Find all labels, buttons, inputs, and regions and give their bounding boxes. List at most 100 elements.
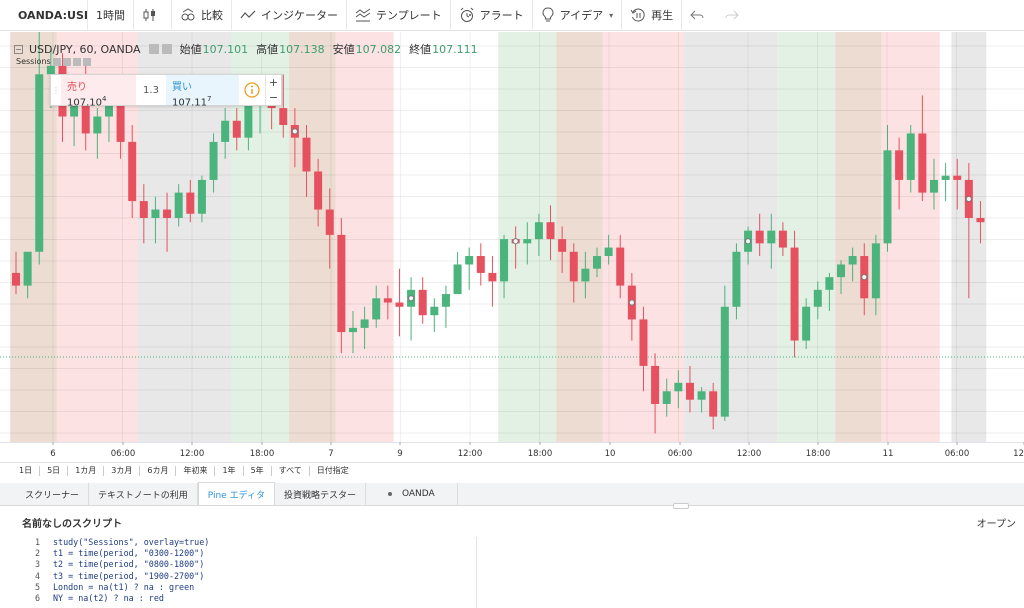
lightbulb-icon — [542, 7, 554, 22]
chevron-down-icon: ▾ — [609, 10, 614, 20]
open-value: 107.101 — [202, 42, 249, 56]
candle-body — [546, 222, 555, 240]
period-option[interactable]: 3カ月 — [104, 465, 141, 476]
open-button[interactable]: オープン — [977, 515, 1016, 530]
code-line: 3 t2 = time(period, "0800-1800") — [16, 559, 476, 570]
code-line: 5 London = na(t1) ? na : green — [16, 582, 476, 593]
tab-pine-editor[interactable]: Pine エディタ — [197, 482, 275, 505]
period-option[interactable]: すべて — [272, 465, 310, 476]
tab-text-notes[interactable]: テキストノートの利用 — [89, 483, 198, 505]
redo-button[interactable] — [717, 0, 752, 31]
interval-button[interactable]: 1時間 — [88, 0, 134, 31]
period-option[interactable]: 6カ月 — [140, 465, 177, 476]
code-line: 4 t3 = time(period, "1900-2700") — [16, 571, 476, 582]
templates-button[interactable]: テンプレート — [347, 0, 451, 31]
code-text: NY = na(t2) ? na : red — [53, 593, 164, 604]
event-marker — [407, 295, 415, 302]
settings-icon[interactable] — [62, 57, 71, 66]
symbol-search[interactable]: OANDA:USD — [0, 0, 88, 31]
time-tick-label: 18:00 — [528, 449, 553, 459]
quantity-field[interactable]: 1.3 — [136, 75, 166, 105]
time-tick-label: 18:00 — [806, 449, 831, 459]
candle-body — [639, 319, 648, 366]
period-option[interactable]: 1年 — [215, 465, 244, 476]
eye-icon[interactable] — [52, 57, 61, 66]
candle-body — [953, 175, 962, 180]
candle-body — [651, 365, 660, 404]
code-editor[interactable]: 1 study("Sessions", overlay=true) 2 t1 = ti… — [16, 537, 476, 608]
candle-body — [314, 171, 323, 210]
interval-label: 1時間 — [96, 9, 125, 22]
indicators-button[interactable]: インジケーター — [232, 0, 347, 31]
candle-body — [279, 108, 288, 125]
candle-body — [593, 256, 601, 269]
period-option[interactable]: 1カ月 — [68, 465, 105, 476]
source-code-icon[interactable] — [72, 57, 81, 66]
period-option[interactable]: 年初来 — [176, 465, 216, 476]
sell-price: 107.10 — [67, 97, 102, 109]
compare-label: 比較 — [201, 9, 223, 22]
code-line: 6 NY = na(t2) ? na : red — [16, 593, 476, 604]
close-value: 107.111 — [432, 42, 478, 56]
settings-icon[interactable] — [148, 44, 159, 54]
time-tick-label: 18:00 — [250, 449, 275, 459]
candle-body — [895, 150, 904, 180]
buy-price: 107.11 — [172, 97, 207, 109]
replay-button[interactable]: 再生 — [622, 0, 683, 31]
info-button[interactable] — [239, 75, 265, 105]
event-marker — [965, 195, 972, 203]
tab-oanda-label: OANDA — [401, 489, 435, 499]
candle-body — [569, 251, 578, 282]
candle-body — [430, 306, 439, 316]
open-label: 始値 — [179, 43, 202, 56]
period-option[interactable]: 1日 — [12, 465, 41, 476]
candle-body — [465, 256, 474, 265]
line-number: 2 — [34, 548, 40, 559]
collapse-icon[interactable] — [14, 44, 23, 54]
sell-button[interactable]: 売り 107.104 — [61, 75, 136, 109]
tokyo-session-band — [835, 32, 882, 442]
ideas-button[interactable]: アイデア ▾ — [533, 0, 623, 31]
event-marker — [628, 299, 635, 306]
undo-icon — [690, 10, 704, 20]
tab-strategy-tester[interactable]: 投資戦略テスター — [275, 483, 366, 505]
tab-screener[interactable]: スクリーナー — [16, 483, 90, 505]
high-label: 高値 — [256, 43, 279, 56]
candle-body — [302, 137, 311, 172]
period-option[interactable]: 5日 — [40, 465, 69, 476]
undo-button[interactable] — [682, 0, 717, 31]
close-icon[interactable] — [82, 57, 91, 66]
drag-handle-icon[interactable]: ⋮ — [51, 75, 61, 105]
candle-body — [918, 133, 927, 193]
candle-body — [941, 175, 950, 180]
decrease-button[interactable]: − — [266, 90, 281, 105]
script-title: 名前なしのスクリプト — [22, 518, 122, 530]
period-option[interactable]: 5年 — [244, 465, 272, 476]
candle-body — [151, 209, 160, 218]
candle-body — [93, 116, 102, 134]
candle-body — [163, 209, 172, 218]
top-toolbar: OANDA:USD 1時間 比較 インジケーター テンプレート アラート アイデ… — [0, 0, 1024, 31]
period-selector: 1日 5日 1カ月 3カ月 6カ月 年初来 1年 5年 すべて 日付指定 — [0, 462, 1024, 478]
trade-panel: ⋮ 売り 107.104 1.3 買い 107.117 + − — [50, 74, 282, 109]
compare-button[interactable]: 比較 — [172, 0, 232, 31]
buy-button[interactable]: 買い 107.117 — [166, 75, 239, 109]
candle-body — [174, 192, 183, 218]
increase-button[interactable]: + — [266, 75, 281, 90]
chart-style-button[interactable] — [134, 0, 172, 31]
tab-oanda[interactable]: OANDA — [366, 483, 458, 505]
buy-pip: 7 — [207, 95, 212, 103]
candle-body — [732, 251, 741, 307]
tokyo-session-band — [556, 32, 603, 442]
sell-pip: 4 — [102, 95, 107, 103]
chart-pane[interactable]: 6 06:00 12:00 18:00 7 9 12:00 18:00 10 06:00 12:00… — [0, 32, 1024, 462]
candle-body — [778, 230, 787, 248]
close-icon[interactable] — [161, 44, 172, 54]
series-title: USD/JPY, 60, OANDA — [29, 42, 141, 56]
alert-button[interactable]: アラート — [451, 0, 533, 31]
redo-icon — [725, 10, 739, 20]
time-tick-label: 10 — [605, 449, 616, 459]
period-option[interactable]: 日付指定 — [310, 466, 356, 476]
line-number: 6 — [34, 593, 40, 604]
high-value: 107.138 — [279, 42, 325, 56]
